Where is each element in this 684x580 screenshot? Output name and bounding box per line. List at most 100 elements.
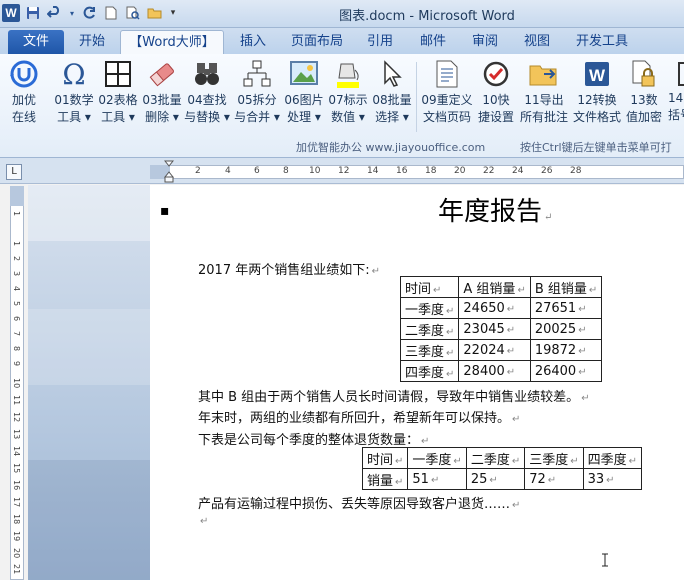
vertical-ruler[interactable]: 2 1 1 2 3 4 5 6 7 8 9 10 11 12 13 14 15 … bbox=[10, 186, 24, 580]
table-cell-text: 23045 bbox=[463, 321, 505, 337]
return-mark: ↵ bbox=[506, 303, 516, 315]
tab-word-master[interactable]: 【Word大师】 bbox=[120, 30, 224, 54]
mark-values-button[interactable]: 07标示 数值 ▾ bbox=[326, 58, 370, 134]
document-page[interactable]: ▪ 年度报告 ↵ 2017 年两个销售组业绩如下: ↵ 时间 ↵ A 组销量 ↵ B 组… bbox=[150, 185, 684, 580]
table-header-cell[interactable]: 四季度 ↵ bbox=[582, 447, 643, 469]
background-band bbox=[28, 460, 150, 580]
return-mark: ↵ bbox=[628, 455, 638, 467]
table-cell[interactable]: 33 ↵ bbox=[582, 468, 643, 490]
tab-file[interactable]: 文件 bbox=[8, 30, 64, 54]
encrypt-values-button[interactable]: 13数 值加密 bbox=[622, 58, 666, 134]
returns-table[interactable]: 时间 ↵ 一季度 ↵ 二季度 ↵ 三季度 ↵ 四季度 ↵ 销量 ↵ 51 ↵ 25 ↵ 72 ↵ … bbox=[361, 447, 643, 490]
tab-developer[interactable]: 开发工具 bbox=[566, 30, 638, 54]
table-cell[interactable]: 72 ↵ bbox=[524, 468, 584, 490]
bracket-button[interactable]: 14 括号 bbox=[668, 58, 684, 134]
tab-selector[interactable]: L bbox=[6, 164, 22, 180]
ruler-number: 12 bbox=[338, 166, 350, 176]
batch-delete-label-1: 03批量 bbox=[142, 93, 182, 107]
return-mark: ↵ bbox=[200, 516, 209, 527]
table-cell[interactable]: 25 ↵ bbox=[465, 468, 526, 490]
ruler-number: 20 bbox=[454, 166, 466, 176]
find-replace-button[interactable]: 04查找 与替换 ▾ bbox=[184, 58, 230, 134]
horizontal-ruler[interactable]: 2 4 6 8 10 12 14 16 18 20 22 24 26 28 bbox=[150, 165, 684, 179]
table-cell-text: 四季度 bbox=[587, 452, 627, 468]
ruler-number: 18 bbox=[12, 514, 21, 525]
eraser-icon bbox=[146, 58, 178, 90]
table-row: 销量 ↵ 51 ↵ 25 ↵ 72 ↵ 33 ↵ bbox=[361, 468, 643, 490]
tab-page-layout[interactable]: 页面布局 bbox=[284, 30, 350, 54]
table-cell[interactable]: 三季度 ↵ bbox=[399, 339, 460, 361]
picture-icon bbox=[288, 58, 320, 90]
quick-settings-button[interactable]: 10快 捷设置 bbox=[474, 58, 518, 134]
table-cell[interactable]: 24650 ↵ bbox=[458, 297, 531, 319]
tab-review[interactable]: 审阅 bbox=[462, 30, 508, 54]
return-mark: ↵ bbox=[581, 393, 590, 404]
quick-settings-label-2: 捷设置 bbox=[477, 110, 514, 124]
intro-text: 2017 年两个销售组业绩如下: bbox=[198, 263, 370, 278]
online-label-2: 在线 bbox=[11, 110, 36, 124]
table-cell-text: 27651 bbox=[534, 300, 577, 316]
page-number-label-2: 文档页码 bbox=[422, 110, 471, 124]
ruler-number: 17 bbox=[12, 497, 21, 508]
sales-table[interactable]: 时间 ↵ A 组销量 ↵ B 组销量 ↵ 一季度 ↵ 24650 ↵ 27651 ↵ 二季度… bbox=[399, 276, 603, 382]
table-cell[interactable]: 一季度 ↵ bbox=[399, 297, 460, 319]
table-header-cell[interactable]: A 组销量 ↵ bbox=[458, 276, 531, 298]
table-cell[interactable]: 26400 ↵ bbox=[529, 360, 603, 382]
table-header-cell[interactable]: 一季度 ↵ bbox=[407, 447, 467, 469]
table-cell[interactable]: 22024 ↵ bbox=[458, 339, 531, 361]
paragraph-text: 其中 B 组由于两个销售人员长时间请假，导致年中销售业绩较差。 bbox=[198, 390, 580, 405]
math-tools-label-1: 01数学 bbox=[54, 93, 94, 107]
batch-select-label-2: 选择 ▾ bbox=[375, 110, 409, 124]
split-merge-label-1: 05拆分 bbox=[237, 93, 277, 107]
table-cell[interactable]: 二季度 ↵ bbox=[399, 318, 460, 340]
ruler-number: 2 bbox=[195, 166, 201, 176]
page-number-button[interactable]: 09重定义 文档页码 bbox=[420, 58, 474, 134]
ruler-number: 14 bbox=[367, 166, 379, 176]
table-cell[interactable]: 四季度 ↵ bbox=[399, 360, 460, 382]
math-tools-button[interactable]: Ω 01数学 工具 ▾ bbox=[52, 58, 96, 134]
table-cell[interactable]: 19872 ↵ bbox=[529, 339, 603, 361]
table-cell-text: 四季度 bbox=[405, 365, 445, 381]
return-mark: ↵ bbox=[578, 303, 587, 315]
ruler-number: 12 bbox=[12, 412, 21, 423]
table-cell[interactable]: 27651 ↵ bbox=[529, 297, 603, 319]
convert-format-button[interactable]: W 12转换 文件格式 bbox=[572, 58, 622, 134]
export-comments-label-1: 11导出 bbox=[524, 93, 564, 107]
tab-mailings[interactable]: 邮件 bbox=[410, 30, 456, 54]
batch-delete-button[interactable]: 03批量 删除 ▾ bbox=[140, 58, 184, 134]
convert-format-label-1: 12转换 bbox=[577, 93, 617, 107]
tab-home[interactable]: 开始 bbox=[66, 30, 118, 54]
online-button[interactable]: 加优 在线 bbox=[8, 58, 40, 134]
export-comments-button[interactable]: 11导出 所有批注 bbox=[518, 58, 570, 134]
batch-select-button[interactable]: 08批量 选择 ▾ bbox=[370, 58, 414, 134]
table-cell[interactable]: 20025 ↵ bbox=[529, 318, 603, 340]
table-cell[interactable]: 23045 ↵ bbox=[458, 318, 531, 340]
picture-process-button[interactable]: 06图片 处理 ▾ bbox=[282, 58, 326, 134]
table-row: 三季度 ↵ 22024 ↵ 19872 ↵ bbox=[399, 339, 603, 361]
table-header-cell[interactable]: 时间 ↵ bbox=[399, 276, 460, 298]
cursor-arrow-icon bbox=[376, 58, 408, 90]
table-cell-text: 72 bbox=[529, 471, 546, 487]
tab-references[interactable]: 引用 bbox=[356, 30, 404, 54]
background-band bbox=[28, 185, 150, 241]
ribbon-footer-hint: 按住Ctrl键后左键单击菜单可打 bbox=[520, 141, 672, 154]
ribbon-tabs: 文件 开始 【Word大师】 插入 页面布局 引用 邮件 审阅 视图 开发工具 bbox=[0, 28, 684, 54]
indent-marker-icon[interactable] bbox=[164, 160, 174, 184]
body-paragraph: 下表是公司每个季度的整体退货数量： ↵ bbox=[198, 429, 429, 448]
table-header-cell[interactable]: 三季度 ↵ bbox=[524, 447, 584, 469]
table-header-cell[interactable]: B 组销量 ↵ bbox=[529, 276, 603, 298]
table-cell-text: 20025 bbox=[534, 321, 577, 337]
table-cell[interactable]: 51 ↵ bbox=[407, 468, 467, 490]
table-cell[interactable]: 销量 ↵ bbox=[361, 468, 409, 490]
table-header-cell[interactable]: 二季度 ↵ bbox=[465, 447, 526, 469]
ruler-number: 16 bbox=[12, 480, 21, 491]
split-merge-button[interactable]: 05拆分 与合并 ▾ bbox=[234, 58, 280, 134]
table-cell[interactable]: 28400 ↵ bbox=[458, 360, 531, 382]
table-header-cell[interactable]: 时间 ↵ bbox=[361, 447, 409, 469]
tab-insert[interactable]: 插入 bbox=[228, 30, 278, 54]
word-convert-icon: W bbox=[581, 58, 613, 90]
return-mark: ↵ bbox=[446, 326, 455, 338]
tab-view[interactable]: 视图 bbox=[514, 30, 560, 54]
table-tools-button[interactable]: 02表格 工具 ▾ bbox=[96, 58, 140, 134]
vertical-ruler-margin bbox=[10, 186, 24, 206]
